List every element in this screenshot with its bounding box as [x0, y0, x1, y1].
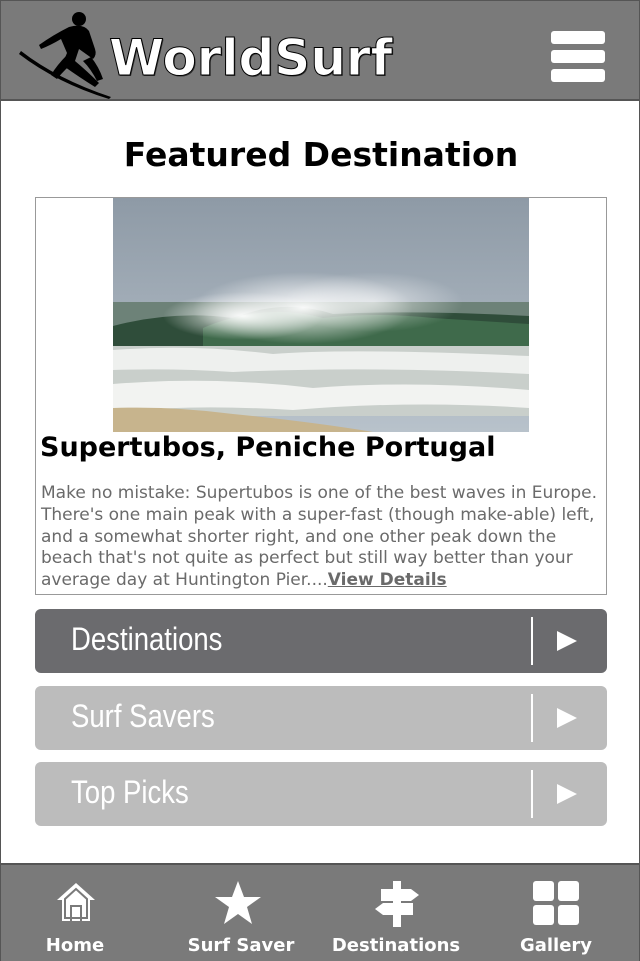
tab-home[interactable]: Home [15, 865, 135, 961]
bottom-tab-bar: Home Surf Saver Destinations Gallery [1, 863, 639, 961]
surf-savers-button[interactable]: Surf Savers [35, 686, 607, 750]
surfer-icon [19, 12, 111, 99]
tab-destinations-label: Destinations [331, 935, 461, 956]
top-picks-label: Top Picks [71, 774, 189, 810]
section-title: Featured Destination [123, 135, 519, 174]
wave-photo[interactable] [113, 198, 529, 432]
signpost-icon [375, 881, 419, 927]
divider [531, 617, 533, 665]
view-details-link[interactable]: View Details [328, 570, 447, 590]
surf-savers-label: Surf Savers [71, 698, 215, 734]
tab-surf-saver[interactable]: Surf Saver [181, 865, 301, 961]
tab-surf-saver-label: Surf Saver [187, 935, 295, 956]
destinations-button[interactable]: Destinations [35, 609, 607, 673]
app-header: WorldSurf [1, 1, 639, 101]
tab-gallery-label: Gallery [519, 935, 593, 956]
divider [531, 694, 533, 742]
chevron-right-icon [557, 631, 577, 651]
featured-card[interactable]: Supertubos, Peniche Portugal Make no mis… [35, 197, 607, 595]
destination-description: Make no mistake: Supertubos is one of th… [41, 483, 605, 592]
tab-destinations[interactable]: Destinations [331, 865, 461, 961]
grid-icon [533, 881, 579, 925]
app-screen: WorldSurf Featured Destination Supertubo… [0, 0, 640, 961]
chevron-right-icon [557, 784, 577, 804]
description-text: Make no mistake: Supertubos is one of th… [41, 483, 597, 591]
destinations-label: Destinations [71, 621, 223, 657]
divider [531, 770, 533, 818]
destination-title: Supertubos, Peniche Portugal [40, 432, 496, 463]
home-icon [57, 883, 95, 921]
tab-gallery[interactable]: Gallery [501, 865, 611, 961]
top-picks-button[interactable]: Top Picks [35, 762, 607, 826]
tab-home-label: Home [45, 935, 105, 956]
star-icon [215, 881, 261, 924]
chevron-right-icon [557, 708, 577, 728]
hamburger-menu-icon[interactable] [551, 31, 607, 87]
app-logo-text: WorldSurf [108, 29, 393, 87]
